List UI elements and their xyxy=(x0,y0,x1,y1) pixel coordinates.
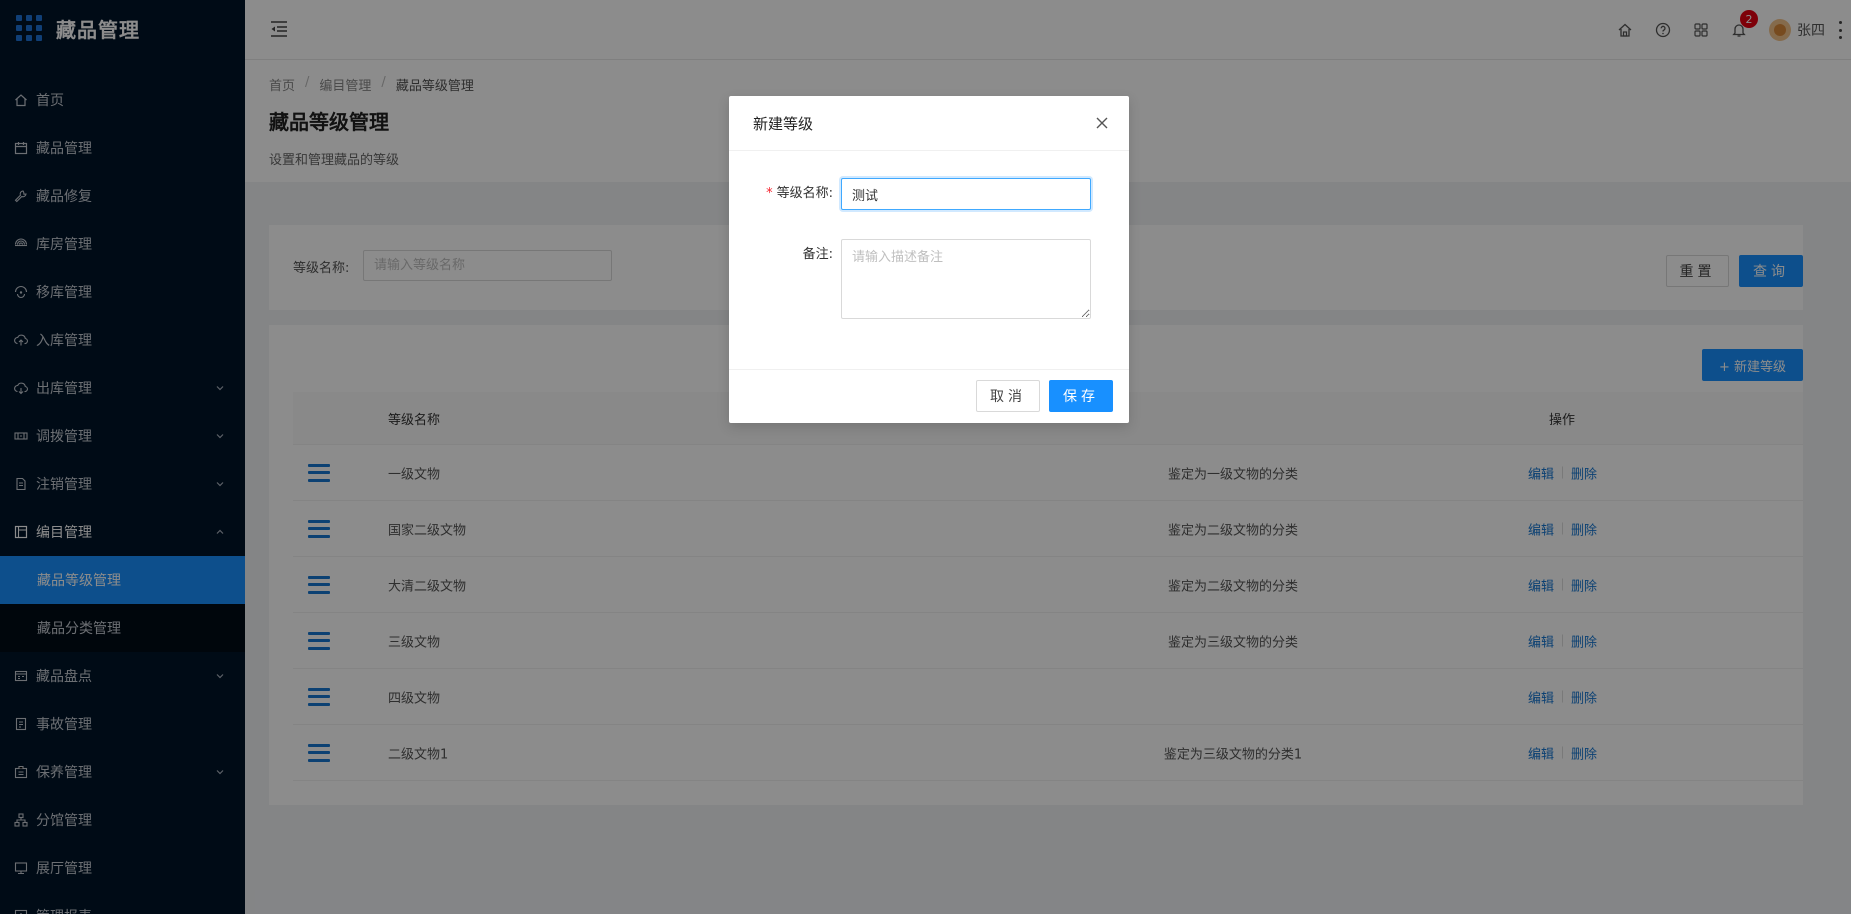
save-button[interactable]: 保存 xyxy=(1049,380,1113,412)
remark-label: 备注: xyxy=(802,247,833,262)
close-icon[interactable] xyxy=(1095,116,1109,130)
remark-textarea[interactable] xyxy=(841,239,1091,319)
new-grade-dialog: 新建等级 *等级名称: 备注: 取消 保存 xyxy=(729,96,1129,423)
grade-name-label: * 等级名称: xyxy=(766,186,833,201)
form-item-name: * 等级名称: xyxy=(729,178,1091,210)
dialog-header: 新建等级 xyxy=(729,96,1129,151)
form-item-remark: 备注: xyxy=(729,239,1091,319)
cancel-button[interactable]: 取消 xyxy=(976,380,1040,412)
dialog-footer: 取消 保存 xyxy=(729,369,1129,423)
grade-name-input[interactable] xyxy=(841,178,1091,210)
dialog-title: 新建等级 xyxy=(753,114,814,133)
